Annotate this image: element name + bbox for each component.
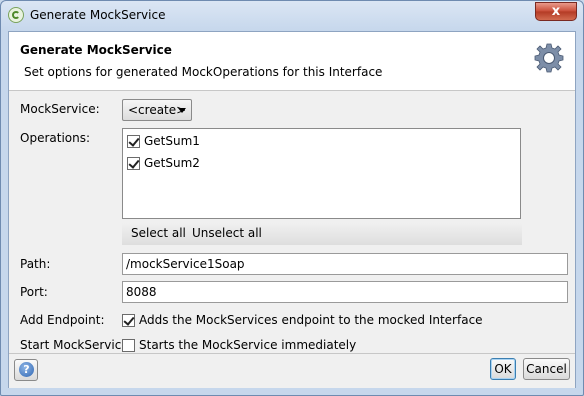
add-endpoint-label: Add Endpoint:: [20, 313, 105, 327]
select-all-button[interactable]: Select all: [131, 226, 186, 240]
path-label: Path:: [20, 257, 51, 271]
dialog-content: Generate MockService Set options for gen…: [8, 31, 576, 388]
form-body: MockService: <create> Operations: GetSum…: [9, 91, 575, 353]
add-endpoint-checkbox[interactable]: [122, 314, 135, 327]
operation-name: GetSum1: [144, 134, 200, 148]
dialog-window: Generate MockService x Generate MockServ…: [0, 0, 584, 396]
close-button[interactable]: x: [535, 2, 577, 21]
mockservice-select[interactable]: <create>: [122, 99, 192, 121]
chevron-down-icon: [178, 108, 186, 113]
gear-icon: [534, 43, 564, 73]
help-icon: ?: [19, 362, 34, 377]
cancel-button[interactable]: Cancel: [523, 358, 570, 380]
start-mockservice-label: Start MockService:: [20, 338, 133, 352]
mockservice-label: MockService:: [20, 102, 100, 116]
dialog-header: Generate MockService Set options for gen…: [9, 32, 575, 91]
operation-name: GetSum2: [144, 156, 200, 170]
port-value: 8088: [126, 285, 157, 299]
start-mockservice-checkbox[interactable]: [122, 339, 135, 352]
dialog-footer: ? OK Cancel: [9, 353, 575, 388]
title-bar[interactable]: Generate MockService x: [1, 1, 583, 31]
port-input[interactable]: 8088: [122, 281, 568, 303]
path-value: /mockService1Soap: [126, 257, 245, 271]
operation-checkbox[interactable]: [127, 135, 140, 148]
header-title: Generate MockService: [20, 43, 172, 57]
unselect-all-button[interactable]: Unselect all: [192, 226, 262, 240]
operation-checkbox[interactable]: [127, 157, 140, 170]
close-icon: x: [551, 4, 561, 19]
operations-list[interactable]: GetSum1 GetSum2: [122, 128, 521, 219]
window-title: Generate MockService: [30, 8, 166, 22]
start-mockservice-text: Starts the MockService immediately: [139, 338, 357, 352]
operations-label: Operations:: [20, 131, 91, 145]
selection-toolbar: Select all Unselect all: [122, 223, 522, 245]
help-button[interactable]: ?: [14, 359, 38, 381]
header-description: Set options for generated MockOperations…: [24, 65, 383, 79]
add-endpoint-text: Adds the MockServices endpoint to the mo…: [139, 313, 483, 327]
port-label: Port:: [20, 285, 48, 299]
soapui-logo-icon: [8, 7, 24, 23]
path-input[interactable]: /mockService1Soap: [122, 253, 568, 275]
ok-button[interactable]: OK: [490, 358, 516, 380]
